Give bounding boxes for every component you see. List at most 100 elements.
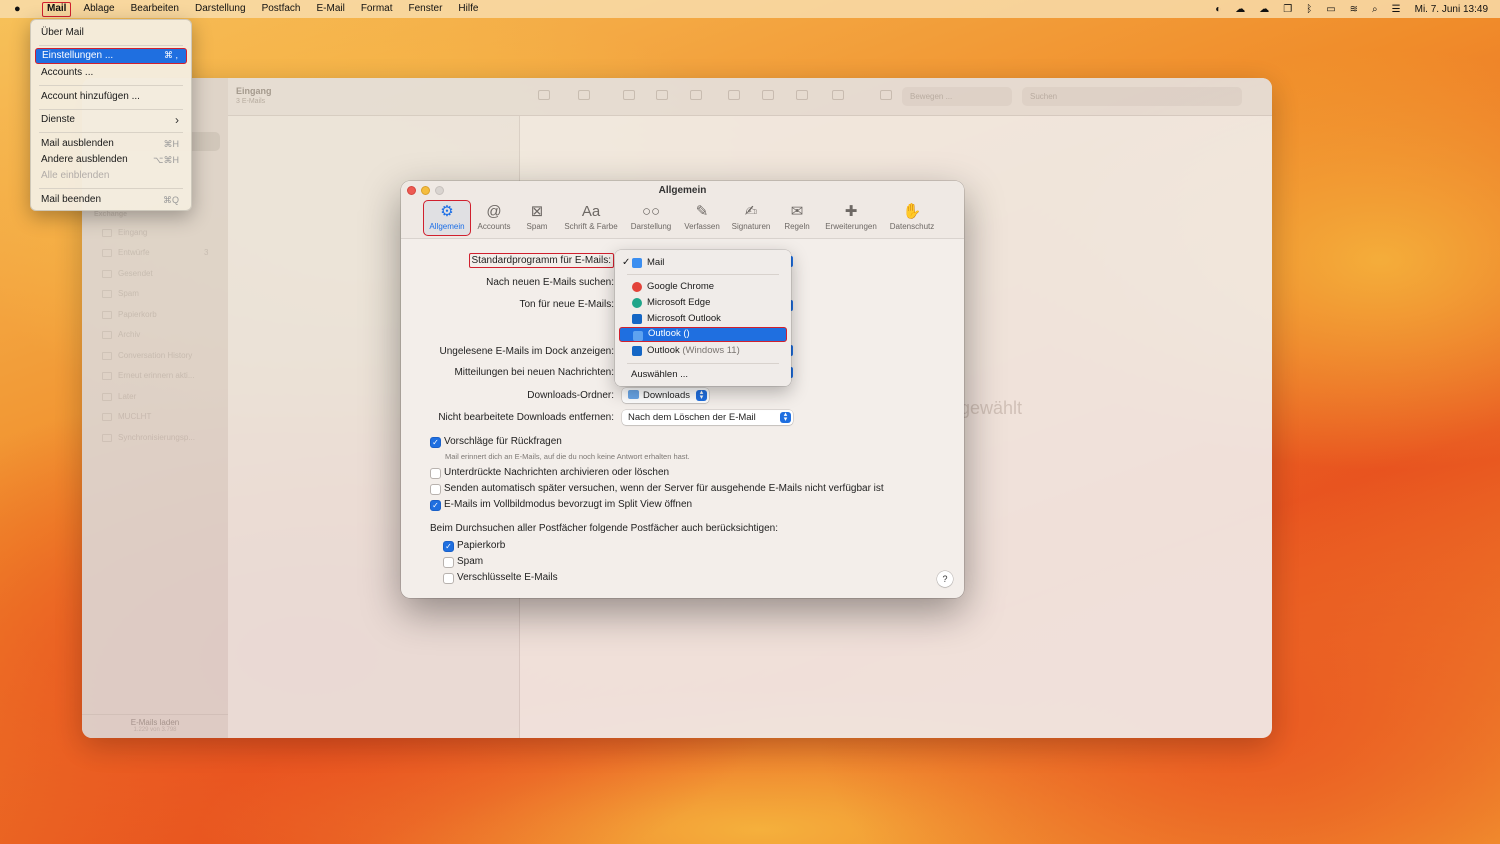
menu-item-dienste[interactable]: Dienste › (35, 112, 187, 128)
menu-item-ueber-mail[interactable]: Über Mail (35, 25, 187, 41)
tab-label: Datenschutz (889, 222, 935, 231)
archive-icon[interactable] (623, 90, 635, 100)
menu-hilfe[interactable]: Hilfe (450, 0, 486, 18)
checkbox-rueckfragen[interactable]: ✓ (430, 437, 441, 448)
folder-icon (102, 290, 112, 298)
menu-item-accounts[interactable]: Accounts ... (35, 65, 187, 81)
new-message-icon[interactable] (538, 90, 550, 100)
app-option-outlook[interactable]: Outlook () (619, 327, 787, 342)
checkbox-unterdrueckte[interactable] (430, 468, 441, 479)
sidebar-item-spam[interactable]: Spam (118, 289, 139, 298)
menu-mail[interactable]: Mail (42, 1, 72, 17)
default-mail-app-menu: ✓ Mail Google Chrome Microsoft Edge Micr… (615, 250, 791, 386)
app-option-outlook-windows[interactable]: Outlook (Windows 11) (619, 343, 787, 358)
help-button[interactable]: ? (937, 571, 953, 587)
menu-bar: ● Mail Ablage Bearbeiten Darstellung Pos… (0, 0, 1500, 18)
wifi-icon[interactable]: ≋ (1350, 4, 1358, 15)
apple-logo-icon[interactable]: ● (14, 3, 28, 15)
sidebar-item-eingang[interactable]: Eingang (118, 228, 147, 237)
status-area: ◐ ☁ ☁ ❐ ᛒ ▭ ≋ ⌕ ☰ Mi. 7. Juni 13:49 (1215, 0, 1488, 18)
checkbox-verschluesselt[interactable] (443, 573, 454, 584)
tab-accounts[interactable]: @ Accounts (474, 202, 514, 234)
control-center-icon[interactable]: ☰ (1392, 4, 1401, 15)
sidebar-item-erneut-erinnern[interactable]: Erneut erinnern akti... (118, 371, 194, 380)
checkbox-split-view[interactable]: ✓ (430, 500, 441, 511)
battery-icon[interactable]: ▭ (1326, 4, 1335, 15)
no-message-selected-text: gewählt (960, 398, 1023, 418)
menu-ablage[interactable]: Ablage (75, 0, 122, 18)
downloads-folder-select[interactable]: Downloads ▴ ▾ (622, 388, 709, 403)
trash-icon[interactable] (656, 90, 668, 100)
checkbox-verschluesselt-label: Verschlüsselte E-Mails (457, 572, 558, 583)
menu-item-einstellungen[interactable]: Einstellungen ... ⌘ , (35, 48, 187, 64)
checkbox-spam[interactable] (443, 557, 454, 568)
tab-verfassen[interactable]: ✎ Verfassen (681, 202, 723, 234)
tab-allgemein[interactable]: ⚙ Allgemein (423, 200, 471, 236)
sidebar-item-muclht[interactable]: MUCLHT (118, 412, 151, 421)
tab-darstellung[interactable]: ○○ Darstellung (627, 202, 675, 234)
menu-item-andere-ausblenden[interactable]: Andere ausblenden ⌥⌘H (35, 152, 187, 168)
sidebar-item-archiv[interactable]: Archiv (118, 330, 140, 339)
sidebar-item-papierkorb[interactable]: Papierkorb (118, 310, 157, 319)
checkbox-papierkorb[interactable]: ✓ (443, 541, 454, 552)
menu-darstellung[interactable]: Darstellung (187, 0, 254, 18)
tab-datenschutz[interactable]: ✋ Datenschutz (887, 202, 937, 234)
sidebar-item-synchronisierung[interactable]: Synchronisierungsp... (118, 433, 195, 442)
tab-spam[interactable]: ⊠ Spam (522, 202, 552, 234)
sidebar-item-later[interactable]: Later (118, 392, 136, 401)
message-list-header (228, 78, 520, 116)
forward-icon[interactable] (796, 90, 808, 100)
cloud-sync-icon[interactable]: ☁ (1259, 4, 1269, 15)
bell-icon[interactable] (880, 90, 892, 100)
trash-tray-icon: ⊠ (530, 203, 544, 220)
tab-label: Erweiterungen (825, 222, 877, 231)
menu-fenster[interactable]: Fenster (401, 0, 451, 18)
label-sound: Ton für neue E-Mails: (519, 299, 615, 310)
sidebar-item-entwuerfe[interactable]: Entwürfe (118, 248, 150, 257)
menu-bearbeiten[interactable]: Bearbeiten (123, 0, 187, 18)
forward-circle-icon[interactable]: ◐ (1215, 4, 1221, 15)
app-option-choose[interactable]: Auswählen ... (619, 367, 787, 382)
menu-item-mail-ausblenden[interactable]: Mail ausblenden ⌘H (35, 136, 187, 152)
folder-icon (628, 390, 639, 399)
junk-icon[interactable] (690, 90, 702, 100)
compose-icon[interactable] (578, 90, 590, 100)
menu-format[interactable]: Format (353, 0, 401, 18)
folder-icon (102, 393, 112, 401)
outlook-app-icon (632, 346, 642, 356)
sidebar-item-gesendet[interactable]: Gesendet (118, 269, 153, 278)
tab-signaturen[interactable]: ✍ Signaturen (729, 202, 773, 234)
label-remove-downloads: Nicht bearbeitete Downloads entfernen: (438, 412, 614, 423)
reply-icon[interactable] (728, 90, 740, 100)
search-icon[interactable]: ⌕ (1372, 4, 1378, 15)
tab-erweiterungen[interactable]: ✚ Erweiterungen (821, 202, 881, 234)
app-option-mail[interactable]: ✓ Mail (619, 255, 787, 270)
search-input[interactable]: Suchen (1022, 87, 1242, 106)
menu-item-account-hinzufuegen[interactable]: Account hinzufügen ... (35, 89, 187, 105)
flag-icon[interactable] (832, 90, 844, 100)
screens-icon[interactable]: ❐ (1283, 4, 1292, 15)
sidebar-item-conversation-history[interactable]: Conversation History (118, 351, 192, 360)
bluetooth-icon[interactable]: ᛒ (1306, 4, 1312, 15)
sync-status-title: E-Mails laden (130, 718, 180, 727)
menu-item-alle-einblenden: Alle einblenden (35, 168, 187, 184)
menu-email[interactable]: E-Mail (308, 0, 352, 18)
menu-postfach[interactable]: Postfach (254, 0, 309, 18)
tab-label: Verfassen (684, 222, 720, 231)
tab-regeln[interactable]: ✉ Regeln (781, 202, 813, 234)
reply-all-icon[interactable] (762, 90, 774, 100)
label-dock-unread: Ungelesene E-Mails im Dock anzeigen: (439, 346, 614, 357)
menu-item-mail-beenden[interactable]: Mail beenden ⌘Q (35, 192, 187, 208)
app-option-microsoft-outlook[interactable]: Microsoft Outlook (619, 311, 787, 326)
move-to-field[interactable]: Bewegen ... (902, 87, 1012, 106)
cloud-icon[interactable]: ☁ (1235, 4, 1245, 15)
select-arrows-icon: ▴ ▾ (696, 389, 707, 401)
menu-separator (39, 132, 183, 133)
tab-schrift-farbe[interactable]: Aa Schrift & Farbe (560, 202, 622, 234)
app-option-microsoft-edge[interactable]: Microsoft Edge (619, 295, 787, 310)
menubar-clock[interactable]: Mi. 7. Juni 13:49 (1415, 4, 1488, 15)
remove-downloads-select[interactable]: Nach dem Löschen der E-Mail ▴ ▾ (622, 410, 793, 425)
font-icon: Aa (581, 203, 601, 220)
app-option-google-chrome[interactable]: Google Chrome (619, 279, 787, 294)
checkbox-senden-spaeter[interactable] (430, 484, 441, 495)
